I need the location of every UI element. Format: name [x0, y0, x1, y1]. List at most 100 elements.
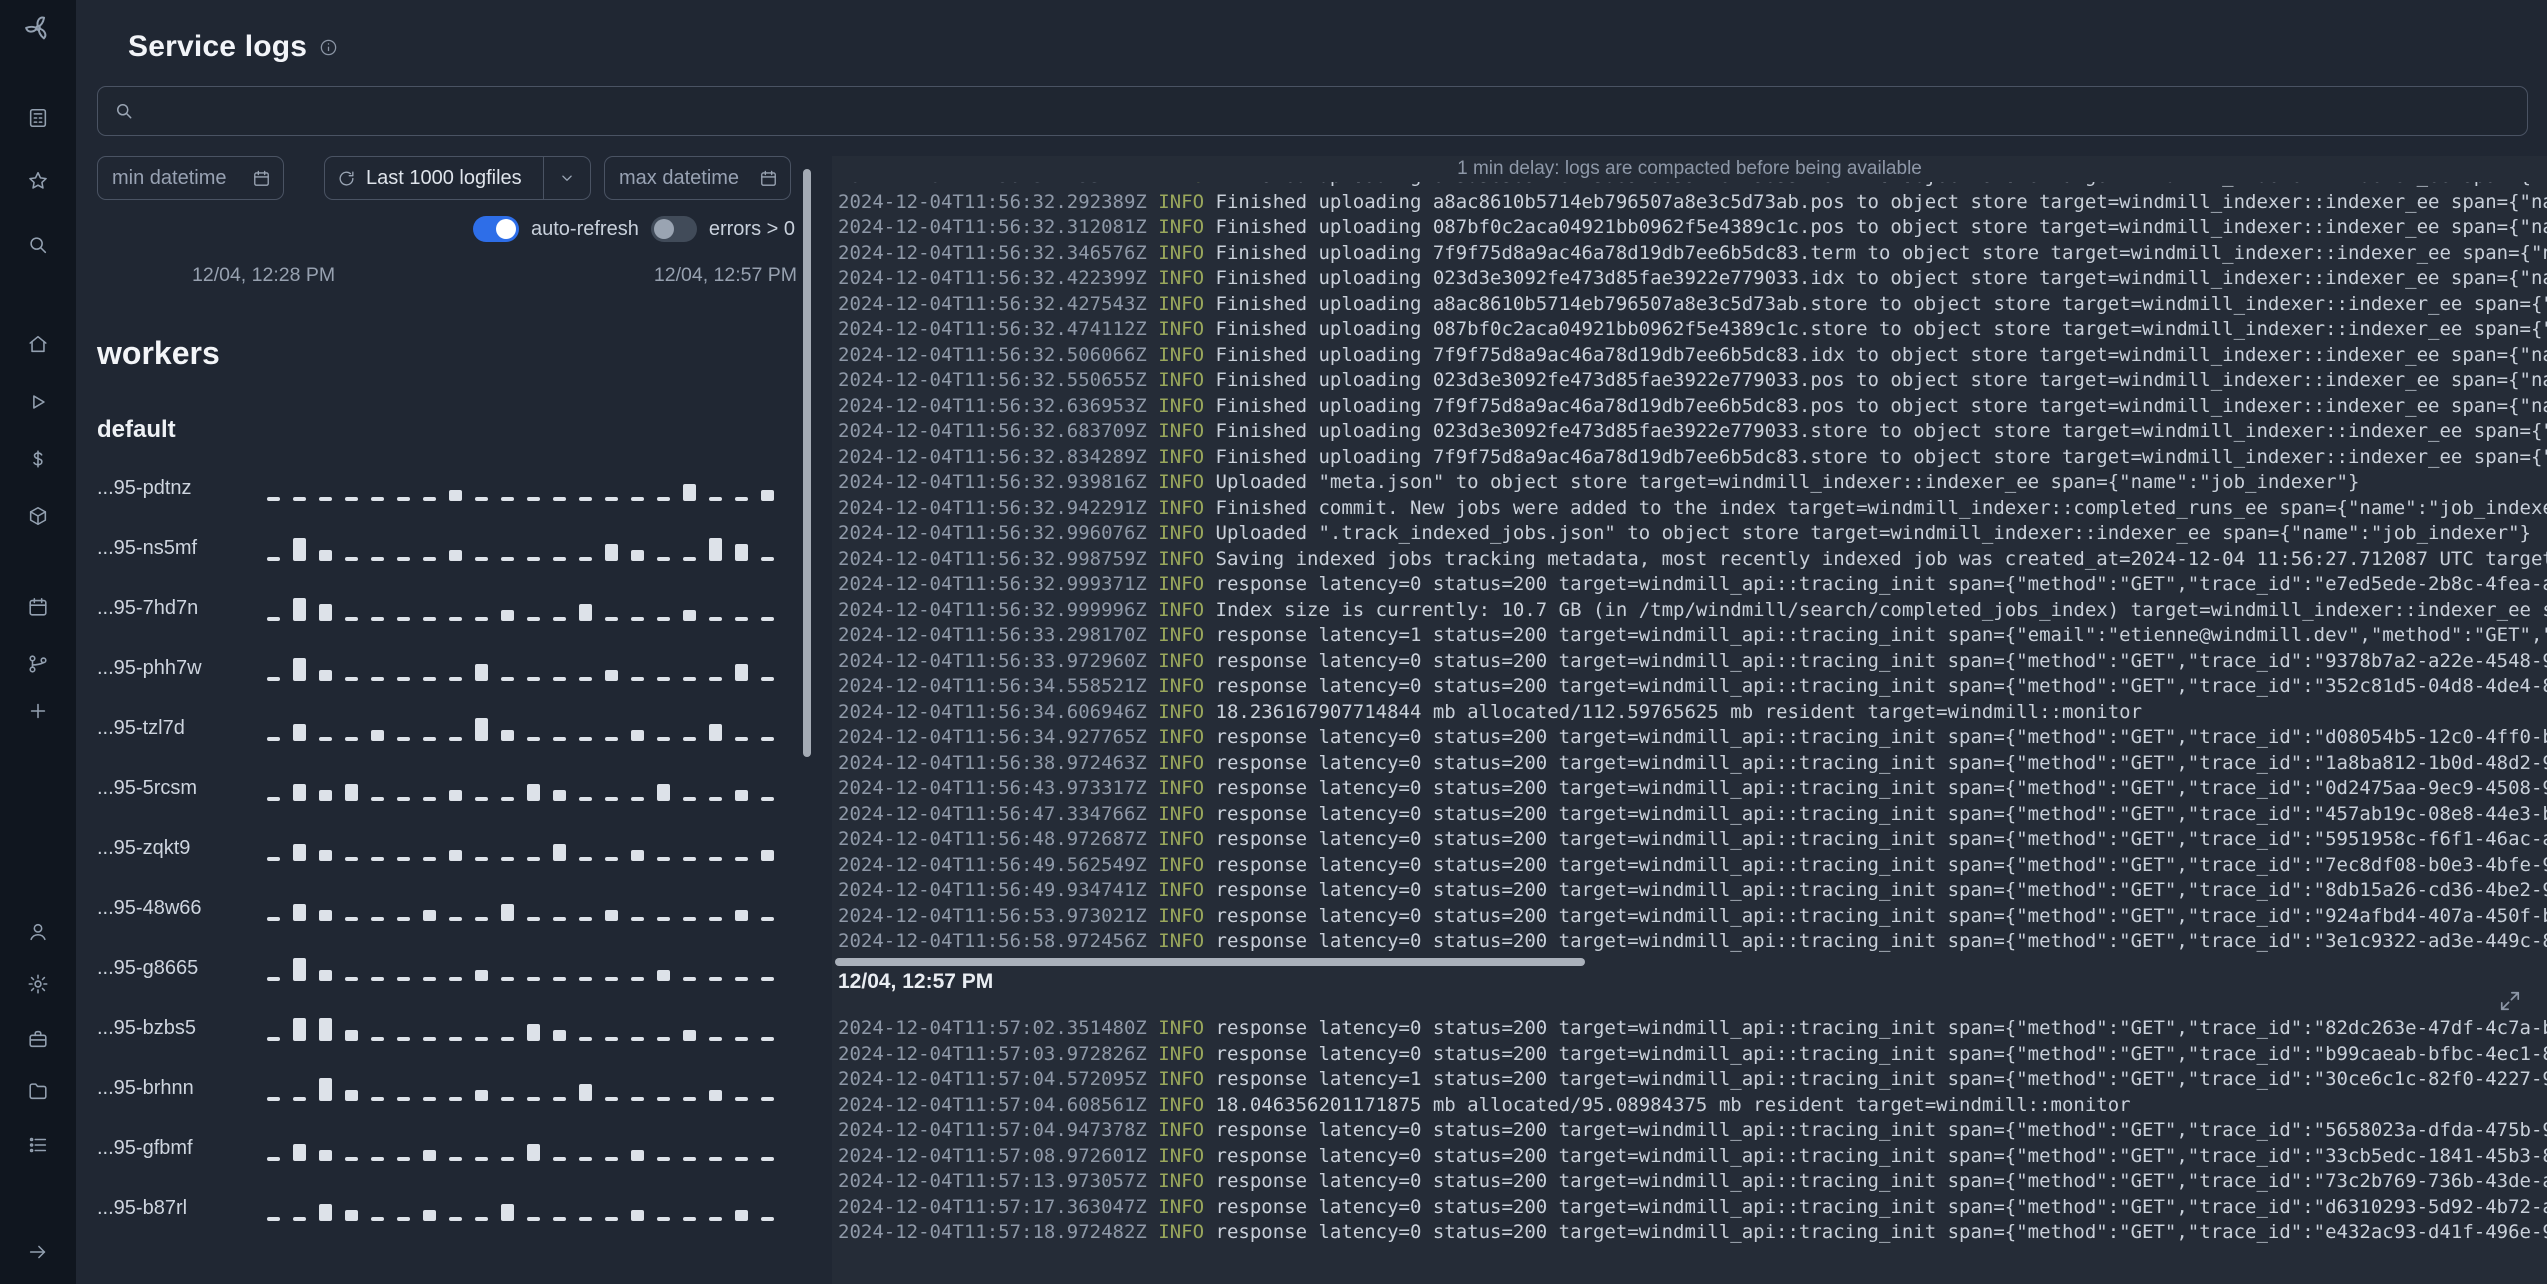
log-line: 2024-12-04T11:56:32.996076Z INFO Uploade…	[838, 522, 2531, 544]
log-line: 2024-12-04T11:57:08.972601Z INFO respons…	[838, 1144, 2547, 1167]
log-line: 2024-12-04T11:56:32.999371Z INFO respons…	[838, 573, 2547, 595]
log-line: 2024-12-04T11:56:32.422399Z INFO Finishe…	[838, 267, 2547, 289]
create-plus-icon[interactable]	[24, 697, 52, 725]
info-icon[interactable]	[319, 38, 338, 57]
worker-name: ...95-b87rl	[97, 1196, 188, 1219]
apps-icon[interactable]	[24, 104, 52, 132]
log-line: 2024-12-04T11:56:32.939816Z INFO Uploade…	[838, 471, 2360, 493]
expand-icon[interactable]	[2499, 990, 2521, 1012]
errors-only-toggle[interactable]	[650, 216, 697, 242]
account-user-icon[interactable]	[24, 918, 52, 946]
worker-row[interactable]: ...95-gfbmf	[97, 1118, 797, 1178]
min-datetime-label: min datetime	[112, 166, 227, 189]
log-line: 2024-12-04T11:57:13.973057Z INFO respons…	[838, 1170, 2547, 1192]
list-icon[interactable]	[24, 1131, 52, 1159]
worker-activity-sparkline	[267, 595, 797, 621]
expand-sidebar-icon[interactable]	[24, 1238, 52, 1266]
worker-name: ...95-tzl7d	[97, 716, 185, 739]
worker-row[interactable]: ...95-tzl7d	[97, 698, 797, 758]
calendar-icon	[254, 170, 269, 186]
log-line: 2024-12-04T11:56:32.942291Z INFO Finishe…	[838, 496, 2547, 519]
worker-row[interactable]: ...95-48w66	[97, 878, 797, 938]
home-icon[interactable]	[24, 330, 52, 358]
worker-activity-sparkline	[267, 1015, 797, 1041]
logfiles-label: Last 1000 logfiles	[366, 166, 522, 189]
worker-row[interactable]: ...95-bzbs5	[97, 998, 797, 1058]
folders-icon[interactable]	[24, 1077, 52, 1105]
workers-panel: min datetime Last 1000 logfiles max date…	[97, 156, 797, 1284]
log-line: 2024-12-04T11:56:34.606946Z INFO 18.2361…	[838, 700, 2143, 723]
worker-name: ...95-bzbs5	[97, 1016, 196, 1039]
log-line: 2024-12-04T11:57:18.972482Z INFO respons…	[838, 1221, 2547, 1243]
worker-name: ...95-48w66	[97, 896, 202, 919]
log-line: 2024-12-04T11:56:32.999996Z INFO Index s…	[838, 598, 2547, 621]
favorites-star-icon[interactable]	[24, 167, 52, 195]
log-line: 2024-12-04T11:56:32.834289Z INFO Finishe…	[838, 445, 2547, 468]
search-input[interactable]	[146, 98, 2511, 124]
worker-row[interactable]: ...95-phh7w	[97, 638, 797, 698]
chevron-down-icon	[562, 175, 572, 181]
worker-row[interactable]: ...95-g8665	[97, 938, 797, 998]
worker-name: ...95-pdtnz	[97, 476, 192, 499]
workers-panel-scrollbar[interactable]	[803, 169, 811, 757]
min-datetime-picker[interactable]: min datetime	[97, 156, 284, 200]
range-end: 12/04, 12:57 PM	[653, 264, 797, 286]
worker-row[interactable]: ...95-pdtnz	[97, 458, 797, 518]
log-horizontal-scrollbar[interactable]	[835, 958, 1585, 966]
worker-row[interactable]: ...95-zqkt9	[97, 818, 797, 878]
log-line-clipped: 2024-12-04T11:56:32.253174Z INFO Finishe…	[838, 182, 2547, 190]
log-line: 2024-12-04T11:57:04.947378Z INFO respons…	[838, 1119, 2547, 1141]
main: Service logs min datetime Last 1000 logf…	[76, 0, 2547, 1284]
range-start: 12/04, 12:28 PM	[192, 264, 336, 286]
worker-name: ...95-gfbmf	[97, 1136, 193, 1159]
log-block-1: 2024-12-04T11:56:32.253174Z INFO Finishe…	[832, 182, 2547, 954]
sidebar	[0, 0, 76, 1284]
auto-refresh-toggle[interactable]	[473, 216, 519, 242]
delay-notice: 1 min delay: logs are compacted before b…	[1457, 158, 1922, 179]
log-line: 2024-12-04T11:56:48.972687Z INFO respons…	[838, 828, 2547, 850]
logfiles-selector[interactable]: Last 1000 logfiles	[324, 156, 591, 200]
worker-row[interactable]: ...95-b87rl	[97, 1178, 797, 1238]
log-line: 2024-12-04T11:56:34.558521Z INFO respons…	[838, 675, 2547, 697]
workers-briefcase-icon[interactable]	[24, 1025, 52, 1053]
windmill-logo[interactable]	[24, 14, 52, 42]
log-line: 2024-12-04T11:56:32.427543Z INFO Finishe…	[838, 292, 2547, 315]
worker-group-heading: default	[97, 416, 176, 443]
filters-row: min datetime Last 1000 logfiles max date…	[97, 156, 797, 200]
worker-name: ...95-ns5mf	[97, 536, 198, 559]
branch-icon[interactable]	[24, 650, 52, 678]
worker-activity-sparkline	[267, 775, 797, 801]
search-icon[interactable]	[24, 231, 52, 259]
logfiles-dropdown[interactable]	[543, 157, 590, 199]
max-datetime-picker[interactable]: max datetime	[604, 156, 791, 200]
calendar-icon	[761, 170, 776, 186]
log-line: 2024-12-04T11:57:03.972826Z INFO respons…	[838, 1042, 2547, 1065]
worker-row[interactable]: ...95-5rcsm	[97, 758, 797, 818]
log-line: 2024-12-04T11:56:32.312081Z INFO Finishe…	[838, 216, 2547, 238]
worker-name: ...95-5rcsm	[97, 776, 198, 799]
log-line: 2024-12-04T11:56:32.550655Z INFO Finishe…	[838, 369, 2547, 391]
log-line: 2024-12-04T11:57:02.351480Z INFO respons…	[838, 1017, 2547, 1039]
worker-activity-sparkline	[267, 955, 797, 981]
worker-name: ...95-g8665	[97, 956, 199, 979]
workers-heading: workers	[97, 335, 220, 371]
app-root: Service logs min datetime Last 1000 logf…	[0, 0, 2547, 1284]
worker-name: ...95-brhnn	[97, 1076, 194, 1099]
log-line: 2024-12-04T11:56:53.973021Z INFO respons…	[838, 904, 2547, 927]
log-line: 2024-12-04T11:56:38.972463Z INFO respons…	[838, 751, 2547, 774]
worker-row[interactable]: ...95-brhnn	[97, 1058, 797, 1118]
page-title: Service logs	[128, 30, 308, 63]
variables-dollar-icon[interactable]	[24, 445, 52, 473]
schedules-calendar-icon[interactable]	[24, 593, 52, 621]
runs-play-icon[interactable]	[24, 388, 52, 416]
log-line: 2024-12-04T11:56:32.506066Z INFO Finishe…	[838, 343, 2547, 366]
log-line: 2024-12-04T11:56:33.972960Z INFO respons…	[838, 649, 2547, 672]
worker-row[interactable]: ...95-ns5mf	[97, 518, 797, 578]
settings-gear-icon[interactable]	[24, 970, 52, 998]
log-line: 2024-12-04T11:56:49.562549Z INFO respons…	[838, 853, 2547, 876]
resources-cube-icon[interactable]	[24, 502, 52, 530]
log-line: 2024-12-04T11:56:58.972456Z INFO respons…	[838, 930, 2547, 952]
search-icon	[117, 104, 132, 119]
worker-row[interactable]: ...95-7hd7n	[97, 578, 797, 638]
log-line: 2024-12-04T11:56:32.474112Z INFO Finishe…	[838, 318, 2547, 340]
